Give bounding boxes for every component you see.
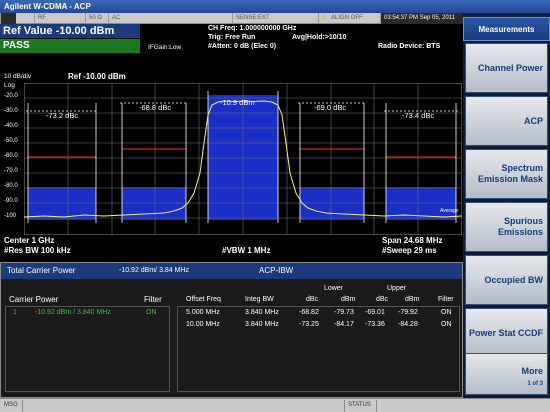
sense-label: SENSE:EXT xyxy=(232,13,317,24)
more-page-indicator: 1 of 3 xyxy=(527,381,543,387)
acp-table xyxy=(177,306,460,392)
softkey-power-stat-ccdf[interactable]: Power Stat CCDF xyxy=(465,308,548,358)
label-carrier: -10.9 dBm xyxy=(220,98,255,107)
vbw-label[interactable]: #VBW 1 MHz xyxy=(222,246,270,255)
center-freq-label[interactable]: Center 1 GHz xyxy=(4,236,54,245)
row1-integ: 3.840 MHz xyxy=(245,309,279,316)
row2-upper-dbm: -84.28 xyxy=(398,321,418,328)
softkey-occupied-bw[interactable]: Occupied BW xyxy=(465,255,548,305)
log-label: Log xyxy=(4,82,15,89)
carrier-filter: ON xyxy=(146,309,157,316)
atten-label: #Atten: 0 dB (Elec 0) xyxy=(208,43,277,50)
col-filter: Filter xyxy=(438,296,454,303)
y-tick-label: -30.0 xyxy=(4,108,18,114)
y-tick-label: -80.0 xyxy=(4,183,18,189)
msg-label: MSG xyxy=(4,402,18,408)
divider xyxy=(22,400,23,412)
y-tick-label: -50.0 xyxy=(4,138,18,144)
span-label[interactable]: Span 24.68 MHz xyxy=(382,236,442,245)
col-lower-dbm: dBm xyxy=(341,296,356,303)
y-tick-label: -60.0 xyxy=(4,153,18,159)
y-tick-label: -20.0 xyxy=(4,93,18,99)
total-carrier-power-value: -10.92 dBm/ 3.84 MHz xyxy=(119,267,190,274)
row1-upper-dbc: -69.01 xyxy=(365,309,385,316)
ch-freq-label: CH Freq: 1.000000000 GHz xyxy=(208,25,297,32)
trig-label: Trig: Free Run xyxy=(208,34,256,41)
mode-label: ACP-IBW xyxy=(259,266,294,275)
ref-level-label: Ref -10.00 dBm xyxy=(68,72,126,81)
row1-lower-dbc: -68.82 xyxy=(299,309,319,316)
softkey-panel: Measurements Channel Power ACP Spectrum … xyxy=(463,13,550,398)
analyzer-window: Agilent W-CDMA - ACP RF 50 Ω AC SENSE:EX… xyxy=(0,0,550,412)
col-integ-bw: Integ BW xyxy=(245,296,274,303)
row1-upper-dbm: -79.92 xyxy=(398,309,418,316)
col-offset-freq: Offset Freq xyxy=(186,296,221,303)
row1-lower-dbm: -79.73 xyxy=(334,309,354,316)
impedance-label: 50 Ω xyxy=(85,13,107,24)
ref-value-field[interactable]: Ref Value -10.00 dBm xyxy=(0,24,140,38)
pass-indicator: PASS xyxy=(0,39,140,53)
col-lower-dbc: dBc xyxy=(306,296,319,303)
status-label: STATUS xyxy=(348,402,371,408)
rf-input-label: RF xyxy=(34,13,84,24)
upper-heading: Upper xyxy=(387,285,407,292)
row2-lower-dbc: -73.25 xyxy=(299,321,319,328)
softkey-spurious-emissions[interactable]: Spurious Emissions xyxy=(465,202,548,252)
softkey-more[interactable]: More 1 of 3 xyxy=(465,353,548,395)
warning-icon: ⚠ xyxy=(321,15,327,21)
spectrum-graph[interactable]: -73.2 dBc -68.8 dBc -10.9 dBm -69.0 dBc … xyxy=(24,83,462,235)
row1-offset: 5.000 MHz xyxy=(186,309,220,316)
scale-label: 10 dB/div xyxy=(4,73,32,80)
softkey-channel-power[interactable]: Channel Power xyxy=(465,43,548,93)
band-upper1 xyxy=(300,187,364,220)
timestamp: 03:54:37 PM Sep 05, 2011 xyxy=(380,13,463,24)
bottom-status-bar: MSG STATUS xyxy=(0,398,550,412)
row2-offset: 10.00 MHz xyxy=(186,321,220,328)
y-tick-label: -40.0 xyxy=(4,123,18,129)
status-strip: RF 50 Ω AC SENSE:EXT ⚠ ALIGN OFF 03:54:3… xyxy=(0,13,463,24)
status-indicator xyxy=(0,13,16,24)
ifgain-label: IFGain:Low xyxy=(148,44,182,51)
label-upper2: -73.4 dBc xyxy=(402,111,434,120)
carrier-power-heading: Carrier Power xyxy=(9,295,59,304)
row2-integ: 3.840 MHz xyxy=(245,321,279,328)
col-upper-dbm: dBm xyxy=(405,296,420,303)
carrier-value: -10.92 dBm / 3.840 MHz xyxy=(35,309,111,316)
lower-heading: Lower xyxy=(324,285,344,292)
label-lower2: -73.2 dBc xyxy=(46,111,78,120)
softkey-acp[interactable]: ACP xyxy=(465,96,548,146)
y-tick-label: -90.0 xyxy=(4,198,18,204)
avg-hold-label: Avg|Hold:>10/10 xyxy=(292,34,347,41)
carrier-filter-heading: Filter xyxy=(144,295,162,304)
label-upper1: -69.0 dBc xyxy=(314,103,346,112)
row1-filter: ON xyxy=(441,309,452,316)
label-lower1: -68.8 dBc xyxy=(139,103,171,112)
divider xyxy=(376,400,377,412)
total-carrier-power-label: Total Carrier Power xyxy=(7,266,76,275)
y-tick-label: -100 xyxy=(4,213,17,219)
sweep-label[interactable]: #Sweep 29 ms xyxy=(382,246,437,255)
coupling-label: AC xyxy=(108,13,138,24)
softkey-menu-title: Measurements xyxy=(463,17,550,41)
results-header: Total Carrier Power -10.92 dBm/ 3.84 MHz… xyxy=(1,263,462,279)
divider xyxy=(344,400,345,412)
radio-device-label: Radio Device: BTS xyxy=(378,43,441,50)
carrier-power-table xyxy=(5,306,170,392)
window-title: Agilent W-CDMA - ACP xyxy=(0,0,550,13)
col-upper-dbc: dBc xyxy=(376,296,389,303)
results-panel: Total Carrier Power -10.92 dBm/ 3.84 MHz… xyxy=(0,262,463,398)
row2-upper-dbc: -73.36 xyxy=(365,321,385,328)
average-label: Average xyxy=(440,208,459,214)
softkey-spectrum-emission-mask[interactable]: Spectrum Emission Mask xyxy=(465,149,548,199)
carrier-index: 1 xyxy=(13,309,17,316)
row2-lower-dbm: -84.17 xyxy=(334,321,354,328)
row2-filter: ON xyxy=(441,321,452,328)
res-bw-label[interactable]: #Res BW 100 kHz xyxy=(4,246,71,255)
y-tick-label: -70.0 xyxy=(4,168,18,174)
